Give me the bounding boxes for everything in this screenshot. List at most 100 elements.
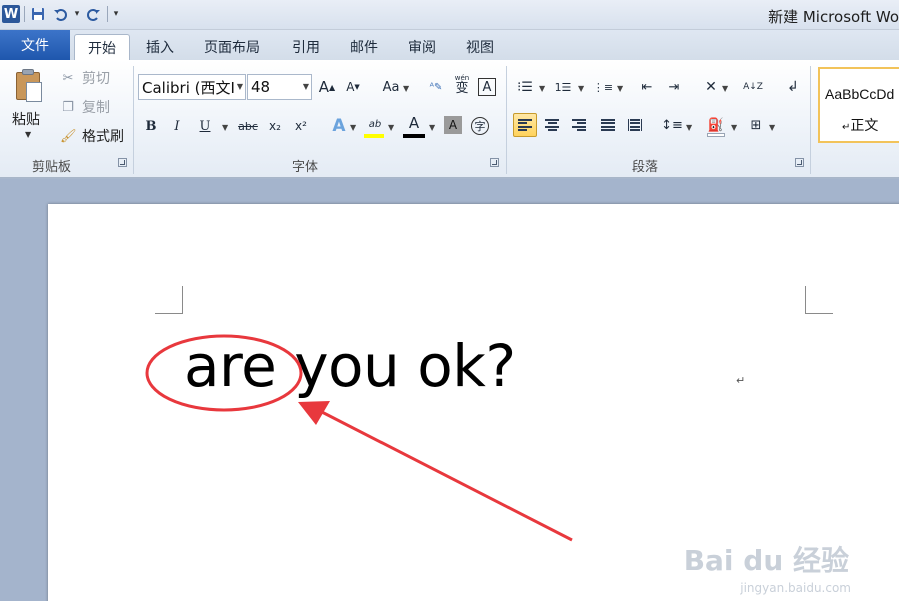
align-center-icon <box>545 119 559 131</box>
scissors-icon: ✂ <box>62 70 74 86</box>
increase-indent-button[interactable]: ⇥ <box>663 76 685 98</box>
font-dialog-launcher[interactable] <box>490 158 499 167</box>
bullet-list-icon: ⁝☰ <box>517 79 533 95</box>
word-app-icon[interactable]: W <box>2 5 20 23</box>
tab-page-layout[interactable]: 页面布局 <box>196 34 268 60</box>
font-group-label: 字体 <box>292 160 319 175</box>
borders-button[interactable]: ⊞ <box>745 114 767 136</box>
paragraph-group-label: 段落 <box>632 160 659 175</box>
redo-icon[interactable] <box>85 5 103 23</box>
tab-insert[interactable]: 插入 <box>136 34 184 60</box>
font-color-button[interactable]: A <box>403 112 425 134</box>
phonetic-guide-button[interactable]: wén 变 <box>451 74 473 96</box>
sort-icon: A↓Z <box>743 81 763 92</box>
decrease-indent-button[interactable]: ⇤ <box>636 76 658 98</box>
copy-button[interactable]: ❐ 复制 <box>60 97 110 117</box>
group-separator <box>133 66 134 174</box>
shrink-font-icon: A <box>346 80 355 94</box>
document-canvas: are you ok? ↵ <box>0 179 899 601</box>
chinese-layout-icon: ✕ <box>705 79 717 95</box>
change-case-button[interactable]: Aa <box>378 76 404 98</box>
paragraph-dialog-launcher[interactable] <box>795 158 804 167</box>
text-effects-button[interactable]: A <box>328 115 350 137</box>
multilevel-list-caret[interactable]: ▼ <box>617 84 623 93</box>
group-separator <box>506 66 507 174</box>
highlight-button[interactable]: ab <box>364 113 386 135</box>
bullets-button[interactable]: ⁝☰ <box>514 76 536 98</box>
enclose-characters-button[interactable]: 字 <box>471 117 489 135</box>
chevron-down-icon: ▼ <box>302 82 309 91</box>
numbering-button[interactable]: 1☰ <box>552 76 574 98</box>
text-effects-caret[interactable]: ▼ <box>350 123 356 132</box>
character-shading-icon: A <box>448 118 458 132</box>
tab-references[interactable]: 引用 <box>282 34 330 60</box>
tab-home[interactable]: 开始 <box>74 34 130 60</box>
tab-file[interactable]: 文件 <box>0 30 70 60</box>
justify-button[interactable] <box>597 114 619 136</box>
highlight-icon: ab <box>368 118 382 130</box>
distributed-button[interactable] <box>624 114 646 136</box>
undo-icon[interactable] <box>51 5 69 23</box>
cut-button[interactable]: ✂ 剪切 <box>60 68 110 88</box>
font-family-value: Calibri (西文I <box>142 78 235 97</box>
show-marks-button[interactable]: ↲ <box>782 76 804 98</box>
underline-button[interactable]: U <box>194 115 216 137</box>
paste-dropdown-caret[interactable]: ▼ <box>25 130 31 139</box>
subscript-button[interactable]: x₂ <box>264 115 286 137</box>
format-painter-label: 格式刷 <box>82 129 124 145</box>
bullets-caret[interactable]: ▼ <box>539 84 545 93</box>
line-spacing-caret[interactable]: ▼ <box>686 123 692 132</box>
group-separator <box>810 66 811 174</box>
style-normal[interactable]: AaBbCcDd ↵正文 <box>818 67 899 143</box>
line-spacing-icon: ↕≡ <box>661 117 683 133</box>
format-painter-button[interactable]: 🖌 格式刷 <box>60 126 124 146</box>
italic-button[interactable]: I <box>166 115 188 137</box>
increase-indent-icon: ⇥ <box>668 79 680 95</box>
clipboard-dialog-launcher[interactable] <box>118 158 127 167</box>
chinese-layout-caret[interactable]: ▼ <box>722 84 728 93</box>
margin-corner-top-left <box>155 286 183 314</box>
underline-caret[interactable]: ▼ <box>222 123 228 132</box>
superscript-button[interactable]: x² <box>290 115 312 137</box>
document-body-text[interactable]: are you ok? <box>184 332 516 400</box>
sort-button[interactable]: A↓Z <box>742 76 764 98</box>
undo-dropdown-caret[interactable]: ▾ <box>73 5 81 23</box>
line-spacing-button[interactable]: ↕≡ <box>661 114 683 136</box>
tab-mailings[interactable]: 邮件 <box>340 34 388 60</box>
shrink-font-button[interactable]: A ▼ <box>342 76 364 98</box>
clear-format-button[interactable]: ᴬ✎ <box>425 76 447 98</box>
character-border-button[interactable]: A <box>478 78 496 96</box>
font-color-bar <box>403 134 425 138</box>
change-case-icon: Aa <box>382 79 400 95</box>
character-shading-button[interactable]: A <box>444 116 462 134</box>
align-left-button[interactable] <box>513 113 537 137</box>
chevron-down-icon: ▼ <box>236 82 243 91</box>
font-family-combo[interactable]: Calibri (西文I ▼ <box>138 74 246 100</box>
chinese-layout-button[interactable]: ✕ <box>700 76 722 98</box>
ribbon-home: 粘贴 ▼ ✂ 剪切 ❐ 复制 🖌 格式刷 剪贴板 Calibri (西文I ▼ … <box>0 60 899 178</box>
tab-review[interactable]: 审阅 <box>398 34 446 60</box>
numbering-caret[interactable]: ▼ <box>578 84 584 93</box>
shading-color-bar <box>707 133 725 137</box>
cut-label: 剪切 <box>82 71 110 87</box>
align-center-button[interactable] <box>541 114 563 136</box>
customize-qat-caret[interactable]: ▾ <box>112 5 120 23</box>
justify-icon <box>601 119 615 131</box>
paint-bucket-icon: ⛽ <box>707 117 725 133</box>
multilevel-list-button[interactable]: ⋮≡ <box>592 76 614 98</box>
tab-view[interactable]: 视图 <box>456 34 504 60</box>
style-sample-text: AaBbCcDd <box>825 86 895 102</box>
strikethrough-button[interactable]: abc <box>235 115 261 137</box>
shading-caret[interactable]: ▼ <box>731 123 737 132</box>
change-case-caret[interactable]: ▼ <box>403 84 409 93</box>
font-color-caret[interactable]: ▼ <box>429 123 435 132</box>
align-right-button[interactable] <box>568 114 590 136</box>
highlight-caret[interactable]: ▼ <box>388 123 394 132</box>
borders-caret[interactable]: ▼ <box>769 123 775 132</box>
paste-label: 粘贴 <box>12 112 40 128</box>
bold-button[interactable]: B <box>140 115 162 137</box>
paragraph-mark: ↵ <box>736 374 746 387</box>
save-icon[interactable] <box>29 5 47 23</box>
grow-font-button[interactable]: A ▲ <box>316 76 338 98</box>
font-size-combo[interactable]: 48 ▼ <box>247 74 312 100</box>
